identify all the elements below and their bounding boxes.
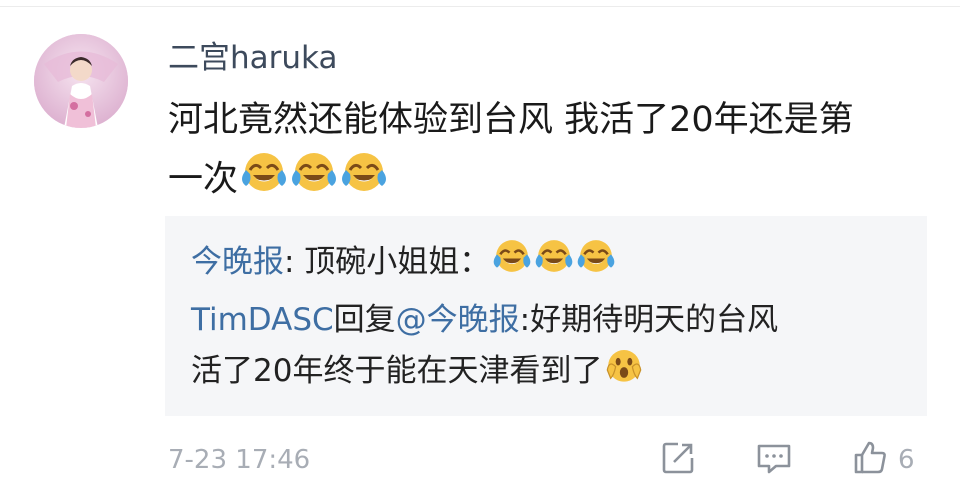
like-icon [850, 438, 890, 482]
avatar-image [34, 34, 128, 128]
comment-text: 河北竟然还能体验到台风 我活了20年还是第 一次 [168, 92, 938, 213]
like-button[interactable]: 6 [850, 440, 915, 480]
reply-1-colon: : [284, 244, 295, 280]
share-button[interactable] [658, 440, 698, 480]
comment-username[interactable]: 二宫haruka [168, 38, 337, 78]
reply-2-username[interactable]: TimDASC [191, 302, 334, 338]
reply-2-colon: : [519, 302, 531, 338]
reply-1-username[interactable]: 今晚报 [191, 244, 284, 280]
laugh-cry-emoji [290, 148, 338, 213]
top-divider [0, 6, 960, 7]
reply-2-continued: 活了20年终于能在天津看到了 [191, 345, 644, 400]
scream-emoji [604, 345, 644, 400]
reply-1-text: 顶碗小姐姐： [294, 244, 491, 280]
comment-button[interactable] [754, 440, 794, 480]
like-count: 6 [898, 445, 915, 475]
comment-icon [754, 438, 794, 482]
laugh-cry-emoji [240, 148, 288, 213]
reply-2-mention[interactable]: @今晚报 [396, 302, 520, 338]
reply-2[interactable]: TimDASC回复@今晚报:好期待明天的台风 [191, 295, 778, 345]
laugh-cry-emoji [534, 236, 574, 291]
comment-line-2-text: 一次 [168, 159, 239, 200]
reply-2-text: 好期待明天的台风 [530, 302, 779, 338]
laugh-cry-emoji [340, 148, 388, 213]
share-icon [658, 438, 698, 482]
laugh-cry-emoji [492, 236, 532, 291]
reply-box[interactable]: 今晚报: 顶碗小姐姐： TimDASC回复@今晚报:好期待明天的台风 活了20年… [165, 216, 927, 416]
reply-1[interactable]: 今晚报: 顶碗小姐姐： [191, 236, 616, 291]
timestamp: 7-23 17:46 [168, 445, 311, 475]
comment-line-1: 河北竟然还能体验到台风 我活了20年还是第 [168, 100, 854, 140]
reply-2-reply-word: 回复 [333, 302, 396, 338]
comment-line-2: 一次 [168, 148, 938, 213]
laugh-cry-emoji [576, 236, 616, 291]
reply-2-continued-text: 活了20年终于能在天津看到了 [191, 353, 603, 389]
avatar[interactable] [34, 34, 128, 128]
